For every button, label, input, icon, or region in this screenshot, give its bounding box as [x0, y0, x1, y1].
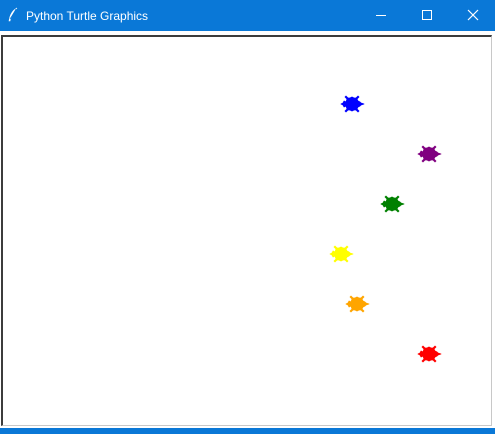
feather-icon — [7, 7, 19, 23]
close-icon — [467, 9, 479, 21]
canvas-border — [1, 35, 492, 426]
window-bottom-edge — [0, 428, 495, 434]
window-title: Python Turtle Graphics — [26, 9, 149, 23]
maximize-button[interactable] — [404, 0, 450, 31]
title-bar[interactable]: Python Turtle Graphics — [0, 0, 495, 31]
turtle-purple-icon — [417, 145, 442, 163]
close-button[interactable] — [450, 0, 495, 31]
maximize-icon — [422, 10, 432, 20]
turtle-red-icon — [417, 345, 442, 363]
turtle-green-icon — [380, 195, 405, 213]
minimize-icon — [376, 15, 386, 16]
turtle-orange-icon — [345, 295, 370, 313]
turtle-yellow-icon — [329, 245, 354, 263]
turtle-window: Python Turtle Graphics — [0, 0, 495, 434]
minimize-button[interactable] — [358, 0, 404, 31]
turtle-blue-icon — [340, 95, 365, 113]
